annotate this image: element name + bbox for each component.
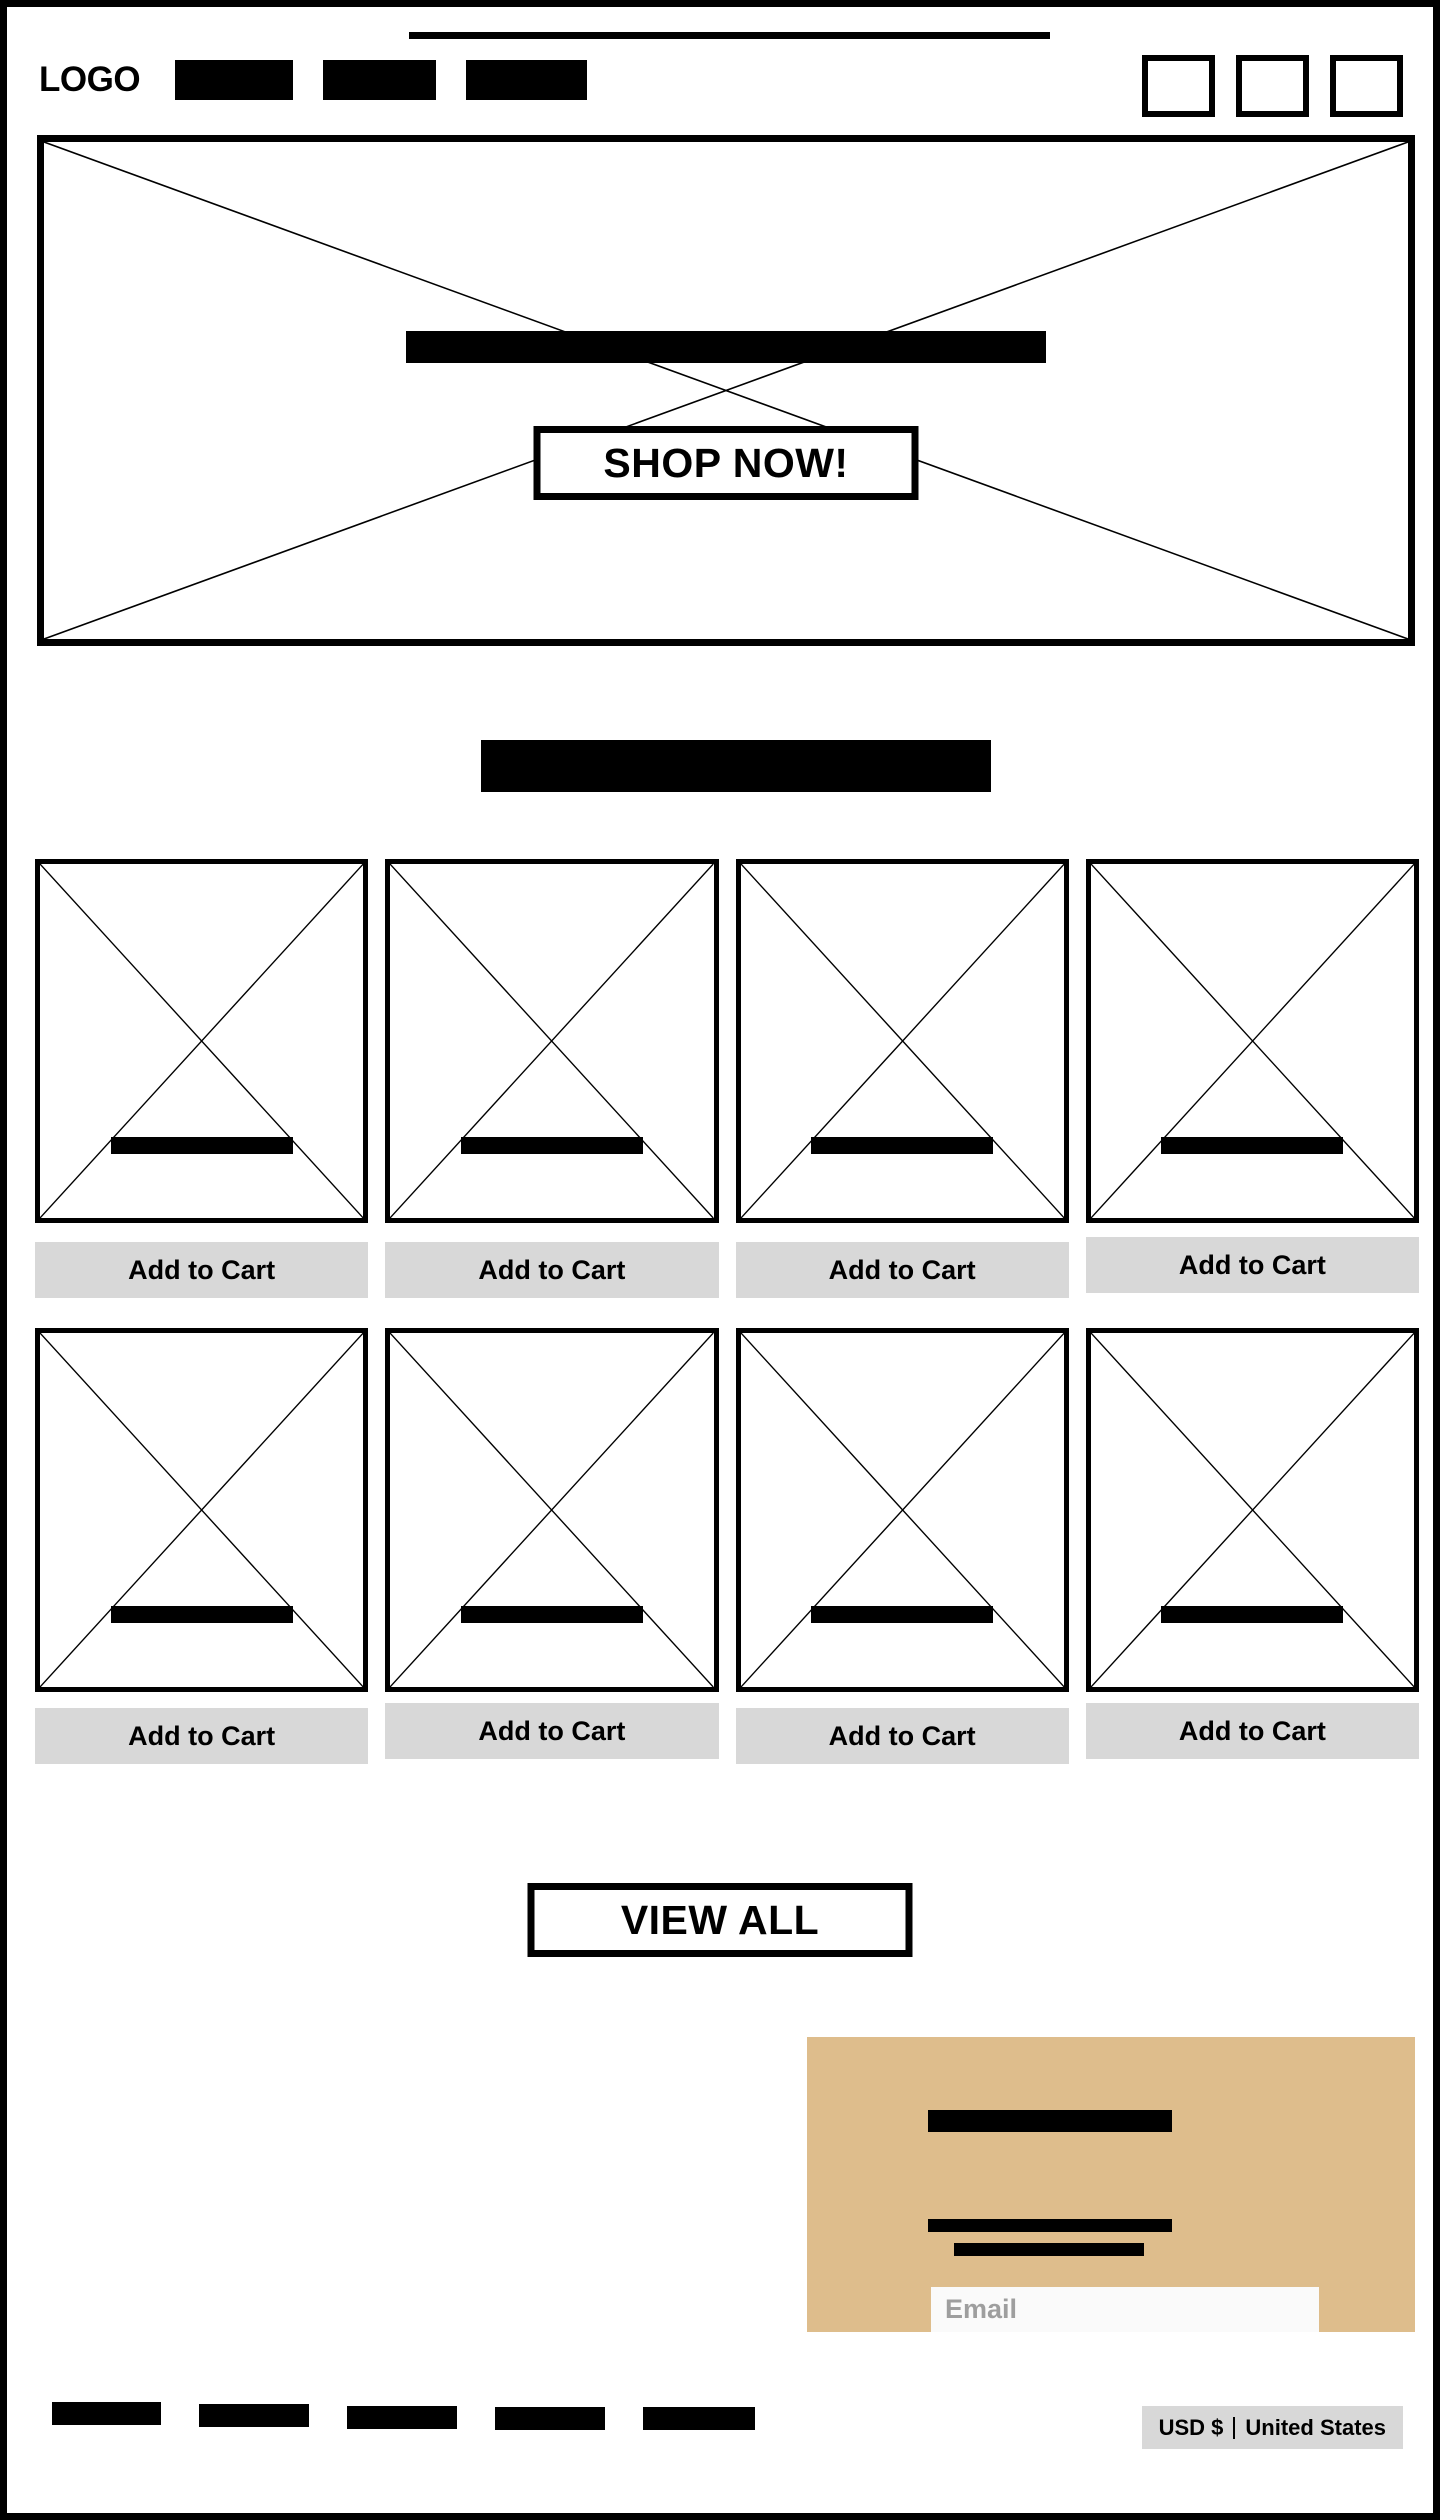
product-card: Add to Cart <box>385 1328 719 1764</box>
section-heading-placeholder <box>481 740 991 792</box>
footer-link-1[interactable] <box>52 2402 161 2425</box>
add-to-cart-button[interactable]: Add to Cart <box>35 1708 369 1764</box>
product-image-placeholder[interactable] <box>385 859 719 1223</box>
product-image-cross <box>40 1333 364 1687</box>
view-all-button[interactable]: VIEW ALL <box>527 1883 913 1957</box>
account-icon[interactable] <box>1236 55 1309 117</box>
add-to-cart-button[interactable]: Add to Cart <box>735 1708 1069 1764</box>
wireframe-page: LOGO SHOP NOW! Add to Cart Add to Cart A… <box>0 0 1440 2520</box>
product-card: Add to Cart <box>735 1328 1069 1764</box>
product-image-placeholder[interactable] <box>385 1328 719 1692</box>
newsletter-signup-block <box>807 2037 1415 2332</box>
footer-link-group <box>52 2402 755 2430</box>
product-title-placeholder <box>460 1137 643 1154</box>
product-image-cross <box>390 864 714 1218</box>
add-to-cart-button[interactable]: Add to Cart <box>735 1242 1069 1298</box>
product-row: Add to Cart Add to Cart Add to Cart Add … <box>35 859 1419 1298</box>
cart-icon[interactable] <box>1330 55 1403 117</box>
currency-label: USD $ <box>1158 2414 1224 2440</box>
nav-link-2[interactable] <box>323 60 436 100</box>
nav-link-3[interactable] <box>466 60 587 100</box>
product-grid: Add to Cart Add to Cart Add to Cart Add … <box>35 859 1419 1794</box>
product-card: Add to Cart <box>35 1328 369 1764</box>
shop-now-button[interactable]: SHOP NOW! <box>533 426 919 500</box>
newsletter-body-line-1-placeholder <box>928 2219 1172 2232</box>
header-icon-group <box>1142 55 1403 117</box>
product-image-placeholder[interactable] <box>35 1328 369 1692</box>
hero-banner: SHOP NOW! <box>37 135 1415 646</box>
newsletter-heading-placeholder <box>928 2110 1172 2132</box>
country-label: United States <box>1245 2414 1386 2440</box>
product-image-placeholder[interactable] <box>735 859 1069 1223</box>
product-title-placeholder <box>1161 1606 1344 1623</box>
footer-link-5[interactable] <box>643 2407 755 2430</box>
product-card: Add to Cart <box>385 859 719 1298</box>
product-image-cross <box>390 1333 714 1687</box>
product-card: Add to Cart <box>735 859 1069 1298</box>
product-title-placeholder <box>110 1606 293 1623</box>
nav-link-1[interactable] <box>175 60 293 100</box>
product-image-cross <box>1090 1333 1414 1687</box>
product-title-placeholder <box>811 1137 994 1154</box>
add-to-cart-button[interactable]: Add to Cart <box>1085 1703 1419 1759</box>
footer-link-3[interactable] <box>347 2406 457 2429</box>
product-title-placeholder <box>460 1606 643 1623</box>
product-card: Add to Cart <box>35 859 369 1298</box>
product-title-placeholder <box>110 1137 293 1154</box>
hero-headline-placeholder <box>406 331 1046 363</box>
locale-selector[interactable]: USD $ United States <box>1141 2406 1403 2449</box>
product-image-cross <box>740 1333 1064 1687</box>
product-image-cross <box>1090 864 1414 1218</box>
product-row: Add to Cart Add to Cart Add to Cart Add … <box>35 1328 1419 1764</box>
add-to-cart-button[interactable]: Add to Cart <box>1085 1237 1419 1293</box>
site-header: LOGO <box>7 55 1433 117</box>
product-image-placeholder[interactable] <box>1085 859 1419 1223</box>
add-to-cart-button[interactable]: Add to Cart <box>385 1703 719 1759</box>
add-to-cart-button[interactable]: Add to Cart <box>35 1242 369 1298</box>
product-image-cross <box>740 864 1064 1218</box>
add-to-cart-button[interactable]: Add to Cart <box>385 1242 719 1298</box>
site-logo[interactable]: LOGO <box>39 61 141 99</box>
hero-image-placeholder-cross <box>44 142 1408 639</box>
search-icon[interactable] <box>1142 55 1215 117</box>
footer-link-2[interactable] <box>199 2404 309 2427</box>
product-title-placeholder <box>1161 1137 1344 1154</box>
product-image-cross <box>40 864 364 1218</box>
product-title-placeholder <box>811 1606 994 1623</box>
newsletter-body-line-2-placeholder <box>954 2243 1144 2256</box>
locale-divider <box>1233 2416 1236 2439</box>
announcement-bar-placeholder <box>409 32 1050 39</box>
product-image-placeholder[interactable] <box>1085 1328 1419 1692</box>
product-image-placeholder[interactable] <box>735 1328 1069 1692</box>
product-image-placeholder[interactable] <box>35 859 369 1223</box>
email-input[interactable] <box>931 2287 1319 2332</box>
main-navigation <box>175 60 587 100</box>
product-card: Add to Cart <box>1085 1328 1419 1764</box>
product-card: Add to Cart <box>1085 859 1419 1298</box>
footer-link-4[interactable] <box>495 2407 605 2430</box>
